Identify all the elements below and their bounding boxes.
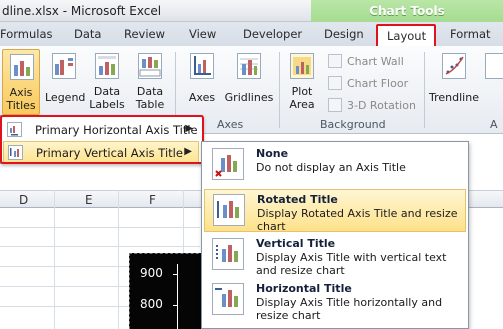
y-tick-mark (173, 305, 178, 306)
group-label-axes: Axes (217, 118, 244, 131)
axis-titles-label-2: Titles (6, 99, 36, 112)
data-labels-button[interactable]: Data Labels (87, 49, 127, 115)
axis-titles-button[interactable]: Axis Titles (2, 49, 40, 115)
chart-wall-icon (328, 54, 342, 68)
lines-button[interactable] (484, 49, 503, 115)
chart-floor-icon (328, 76, 342, 90)
trendline-icon (442, 53, 466, 79)
submenu-item-title: Rotated Title (257, 193, 338, 206)
y-tick-label: 900 (140, 266, 163, 280)
submenu-item-description: Do not display an Axis Title (256, 161, 406, 174)
y-tick-mark (173, 274, 178, 275)
submenu-item-title: None (256, 147, 289, 160)
gridlines-button[interactable]: Gridlines (224, 49, 274, 115)
trendline-label: Trendline (429, 91, 479, 104)
rotation-label: 3-D Rotation (347, 99, 416, 112)
plot-area-label-2: Area (289, 98, 315, 111)
data-labels-label-1: Data (93, 85, 121, 98)
tab-layout-label: Layout (387, 29, 427, 43)
submenu-item-title: Horizontal Title (256, 282, 352, 295)
axis-titles-icon (10, 54, 34, 80)
plot-area-icon (290, 53, 314, 79)
group-label-analysis: A (490, 118, 498, 131)
submenu-item-description: Display Rotated Axis Title and resize ch… (257, 207, 458, 233)
data-table-label-1: Data (136, 85, 164, 98)
data-labels-label-2: Labels (89, 98, 125, 111)
window-title: dline.xlsx - Microsoft Excel (2, 4, 162, 18)
lines-icon (485, 53, 503, 79)
data-table-icon (138, 53, 162, 79)
grid-line (118, 190, 119, 329)
submenu-item-title: Vertical Title (256, 237, 336, 250)
grid-line (0, 227, 200, 228)
gridlines-icon (237, 53, 261, 79)
data-labels-icon (95, 53, 119, 79)
tab-view[interactable]: View (189, 27, 216, 41)
column-header-e[interactable]: E (85, 193, 93, 207)
chart-tools-label: Chart Tools (369, 4, 445, 18)
plot-area-button[interactable]: Plot Area (283, 49, 321, 115)
tab-review[interactable]: Review (124, 27, 165, 41)
tab-design[interactable]: Design (324, 27, 364, 41)
legend-button[interactable]: Legend (45, 49, 86, 115)
rotation-icon (328, 98, 342, 112)
chart-object[interactable]: 900 800 (129, 253, 209, 329)
submenu-item-horizontal-title[interactable]: Horizontal Title Display Axis Title hori… (204, 279, 466, 322)
rotated-title-icon (213, 194, 245, 226)
chart-floor-button[interactable]: Chart Floor (328, 76, 428, 92)
gridlines-label: Gridlines (224, 91, 274, 104)
submenu-item-rotated-title[interactable]: Rotated Title Display Rotated Axis Title… (204, 189, 466, 233)
chart-wall-button[interactable]: Chart Wall (328, 54, 428, 70)
horizontal-title-icon (212, 283, 244, 315)
data-table-button[interactable]: Data Table (130, 49, 170, 115)
axes-icon (190, 53, 214, 79)
no-axis-title-icon (212, 148, 244, 180)
submenu-item-description: Display Axis Title horizontally and resi… (256, 296, 443, 322)
column-header-f[interactable]: F (149, 193, 156, 207)
grid-line (0, 246, 200, 247)
primary-vertical-axis-title-submenu: None Do not display an Axis Title Rotate… (201, 141, 469, 329)
group-separator (279, 52, 280, 128)
tab-format[interactable]: Format (450, 27, 491, 41)
submenu-item-vertical-title[interactable]: Vertical Title Display Axis Title with v… (204, 234, 466, 277)
trendline-button[interactable]: Trendline (428, 49, 480, 115)
axis-titles-label-1: Axis (9, 86, 33, 99)
data-table-label-2: Table (135, 98, 165, 111)
chart-floor-label: Chart Floor (347, 77, 409, 90)
axes-button[interactable]: Axes (182, 49, 222, 115)
rotation-button[interactable]: 3-D Rotation (328, 98, 428, 114)
plot-area-label-1: Plot (291, 85, 313, 98)
legend-icon (52, 53, 76, 79)
y-tick-label: 800 (140, 297, 163, 311)
group-label-background: Background (320, 118, 386, 131)
tab-data[interactable]: Data (74, 27, 101, 41)
tab-formulas[interactable]: Formulas (0, 27, 53, 41)
submenu-item-none[interactable]: None Do not display an Axis Title (204, 144, 466, 187)
tab-developer[interactable]: Developer (243, 27, 302, 41)
grid-line (54, 190, 55, 329)
callout-highlight-box (0, 115, 204, 164)
column-header-d[interactable]: D (19, 193, 28, 207)
axes-label: Axes (188, 91, 216, 104)
legend-label: Legend (45, 91, 86, 104)
chart-wall-label: Chart Wall (347, 55, 404, 68)
tab-layout[interactable]: Layout (376, 24, 436, 48)
submenu-item-description: Display Axis Title with vertical text an… (256, 251, 447, 277)
group-separator (424, 52, 425, 128)
vertical-title-icon (212, 238, 244, 270)
